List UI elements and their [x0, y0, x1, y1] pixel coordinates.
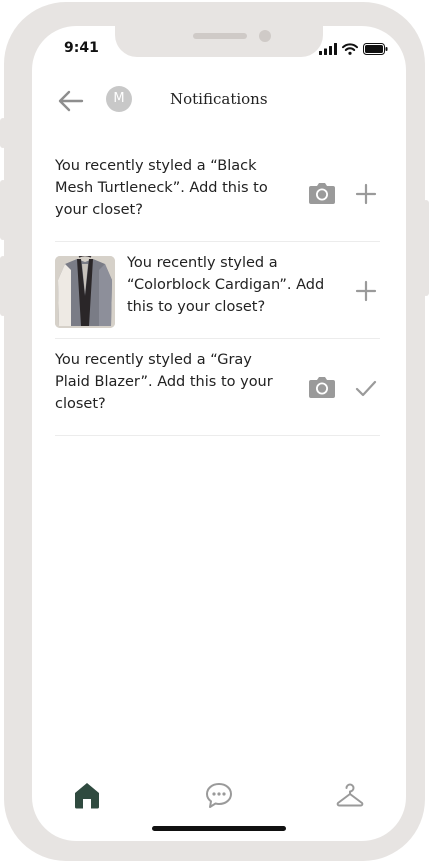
- header: M Notifications: [32, 84, 406, 118]
- notification-text-line: “Colorblock Cardigan”. Add: [127, 277, 325, 293]
- plus-icon: [355, 183, 377, 205]
- notification-text-line: Plaid Blazer”. Add this to your: [55, 374, 273, 390]
- notch: [115, 26, 323, 57]
- notification-item[interactable]: You recently styled a “Gray Plaid Blazer…: [55, 339, 380, 436]
- home-indicator[interactable]: [152, 826, 286, 831]
- notification-text: You recently styled a “Gray Plaid Blazer…: [55, 349, 273, 415]
- notification-text-line: your closet?: [55, 202, 143, 218]
- nav-messages[interactable]: [204, 780, 234, 810]
- notification-text-line: You recently styled a: [127, 255, 278, 271]
- check-icon: [355, 380, 377, 397]
- cardigan-image: [55, 256, 115, 328]
- wifi-icon: [342, 43, 358, 55]
- front-camera: [259, 30, 271, 42]
- page-title: Notifications: [170, 90, 268, 108]
- back-arrow-icon: [58, 90, 84, 112]
- camera-button[interactable]: [308, 375, 336, 403]
- phone-screen: 9:41 M Notifications You recently styled…: [32, 26, 406, 841]
- back-button[interactable]: [56, 87, 86, 115]
- chat-icon: [206, 783, 232, 808]
- plus-icon: [355, 280, 377, 302]
- battery-icon: [363, 43, 388, 55]
- notification-item[interactable]: You recently styled a “Colorblock Cardig…: [55, 242, 380, 339]
- add-button[interactable]: [355, 280, 377, 306]
- notification-text-line: You recently styled a “Gray: [55, 352, 252, 368]
- nav-home[interactable]: [72, 780, 102, 810]
- status-time: 9:41: [64, 40, 99, 56]
- notification-text-line: this to your closet?: [127, 299, 266, 315]
- cardigan-thumbnail: [55, 256, 115, 328]
- phone-frame: 9:41 M Notifications You recently styled…: [4, 2, 425, 861]
- added-check-button[interactable]: [355, 379, 377, 403]
- hanger-icon: [336, 783, 364, 807]
- avatar[interactable]: M: [106, 86, 132, 112]
- notification-item[interactable]: You recently styled a “Black Mesh Turtle…: [55, 145, 380, 242]
- camera-icon: [309, 377, 335, 398]
- signal-icon: [319, 43, 337, 55]
- status-icons: [319, 43, 388, 55]
- bottom-nav: [32, 774, 406, 814]
- add-button[interactable]: [355, 183, 377, 209]
- speaker: [193, 33, 247, 39]
- camera-icon: [309, 183, 335, 204]
- nav-closet[interactable]: [335, 780, 365, 810]
- notification-text: You recently styled a “Colorblock Cardig…: [127, 252, 324, 318]
- notification-list: You recently styled a “Black Mesh Turtle…: [55, 145, 380, 436]
- camera-button[interactable]: [308, 181, 336, 209]
- notification-text-line: You recently styled a “Black: [55, 158, 257, 174]
- notification-text-line: Mesh Turtleneck”. Add this to: [55, 180, 268, 196]
- home-icon: [75, 783, 99, 809]
- notification-text-line: closet?: [55, 396, 106, 412]
- notification-text: You recently styled a “Black Mesh Turtle…: [55, 155, 268, 221]
